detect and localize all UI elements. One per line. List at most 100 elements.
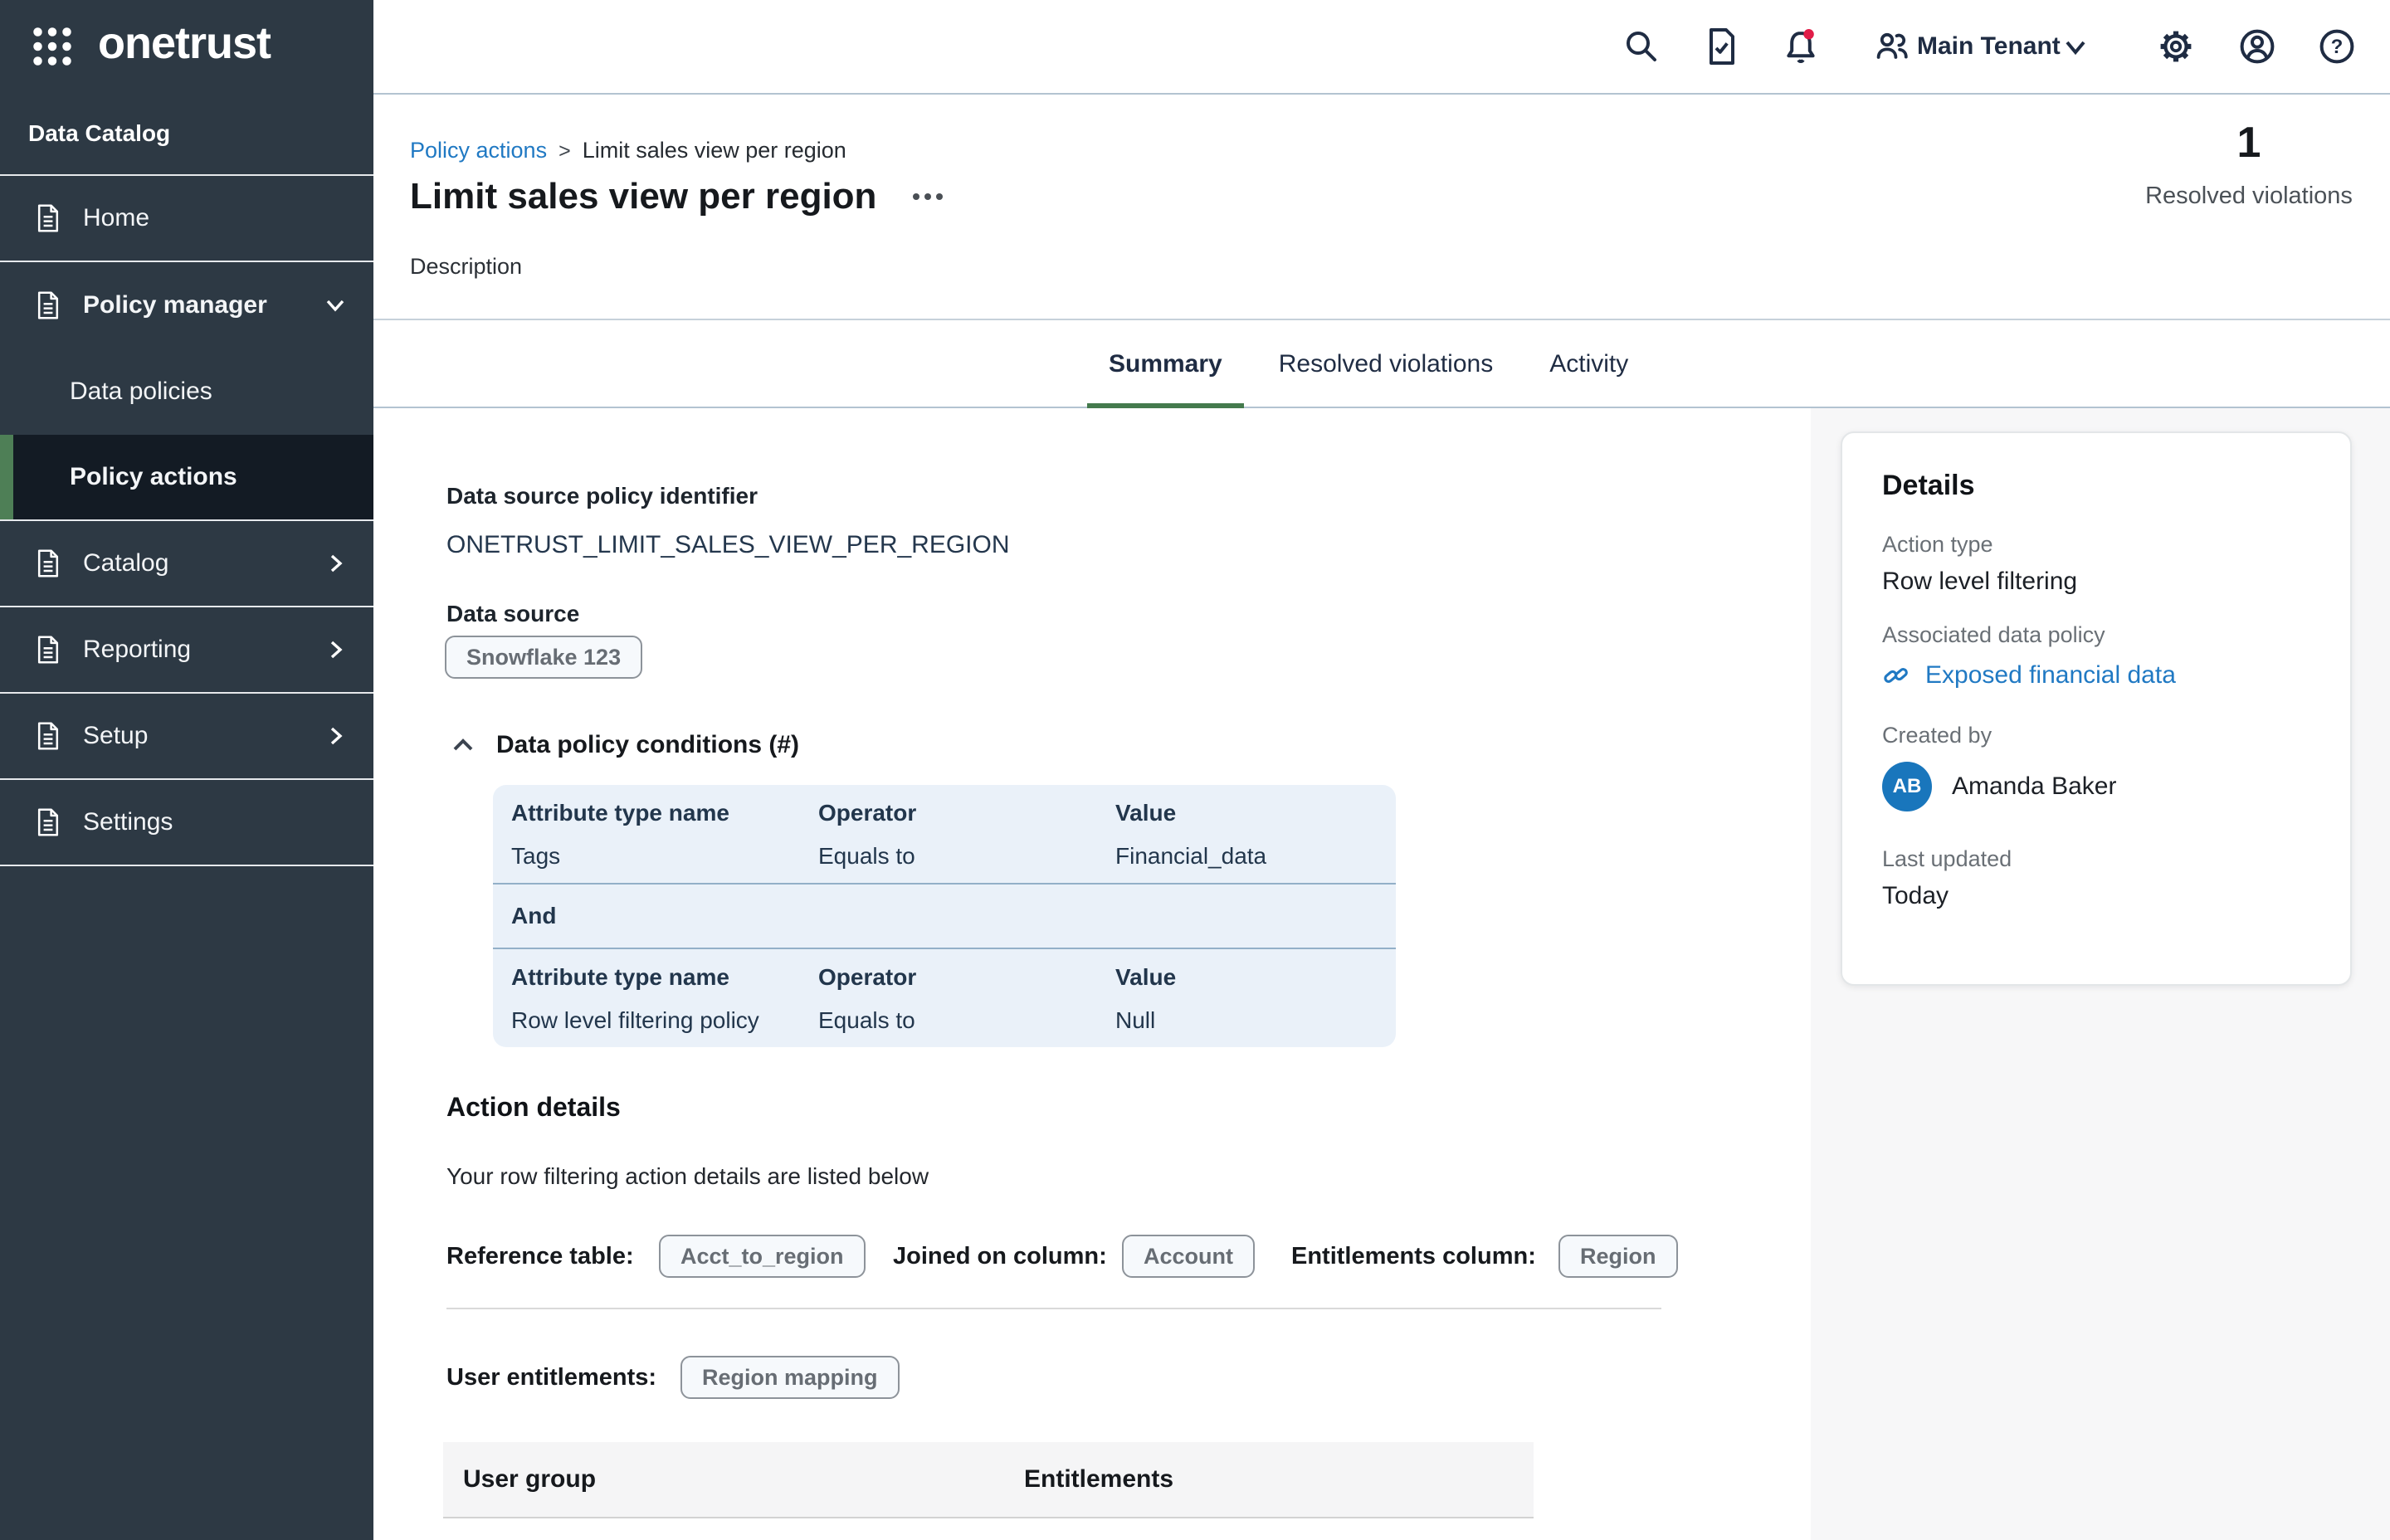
app-grid-icon bbox=[32, 26, 73, 67]
condition-col-header: Value bbox=[1115, 962, 1396, 992]
identifier-value: ONETRUST_LIMIT_SALES_VIEW_PER_REGION bbox=[446, 531, 1010, 559]
logo[interactable]: onetrust bbox=[0, 0, 373, 93]
link-icon bbox=[1882, 661, 1910, 690]
associated-policy-label: Associated data policy bbox=[1882, 622, 2310, 648]
condition-col-header: Attribute type name bbox=[511, 962, 818, 992]
sidebar-item-label: Policy actions bbox=[70, 463, 237, 491]
sidebar-item-home[interactable]: Home bbox=[0, 176, 373, 262]
product-name: Data Catalog bbox=[0, 93, 373, 176]
condition-operator: Equals to bbox=[818, 841, 1115, 871]
sidebar-item-policy-actions[interactable]: Policy actions bbox=[0, 435, 373, 521]
breadcrumb-link-policy-actions[interactable]: Policy actions bbox=[410, 138, 547, 163]
conditions-heading: Data policy conditions (#) bbox=[496, 731, 799, 759]
sidebar-item-label: Setup bbox=[83, 722, 148, 750]
joined-on-column-label: Joined on column: bbox=[893, 1235, 1107, 1278]
sidebar-item-data-policies[interactable]: Data policies bbox=[0, 348, 373, 435]
sidebar-item-label: Data policies bbox=[70, 378, 212, 406]
tab-bar: Summary Resolved violations Activity bbox=[373, 320, 2390, 408]
document-check-icon[interactable] bbox=[1701, 27, 1741, 66]
condition-attribute: Row level filtering policy bbox=[511, 1006, 818, 1036]
breadcrumb: Policy actions>Limit sales view per regi… bbox=[410, 138, 846, 163]
tenant-users-icon[interactable] bbox=[1872, 27, 1912, 66]
document-icon bbox=[33, 807, 63, 838]
tab-activity[interactable]: Activity bbox=[1528, 320, 1650, 408]
tab-summary[interactable]: Summary bbox=[1087, 320, 1244, 408]
more-actions-button[interactable] bbox=[910, 183, 946, 210]
chevron-down-icon bbox=[324, 294, 347, 317]
action-details-subtext: Your row filtering action details are li… bbox=[446, 1163, 929, 1190]
sidebar-item-label: Settings bbox=[83, 808, 173, 836]
created-by-label: Created by bbox=[1882, 723, 2310, 748]
condition-operator: Equals to bbox=[818, 1006, 1115, 1036]
condition-col-header: Value bbox=[1115, 798, 1396, 828]
summary-content: Data source policy identifier ONETRUST_L… bbox=[373, 408, 1811, 1540]
sidebar-item-settings[interactable]: Settings bbox=[0, 780, 373, 866]
topbar: Main Tenant ? bbox=[373, 0, 2390, 95]
joined-on-column-chip: Account bbox=[1122, 1235, 1255, 1278]
chevron-right-icon bbox=[324, 638, 347, 661]
chevron-right-icon bbox=[324, 552, 347, 575]
column-header-entitlements: Entitlements bbox=[1024, 1465, 1534, 1494]
chevron-down-icon[interactable] bbox=[2063, 35, 2088, 60]
conditions-collapse-toggle[interactable]: Data policy conditions (#) bbox=[448, 730, 799, 760]
sidebar-item-reporting[interactable]: Reporting bbox=[0, 607, 373, 694]
avatar: AB bbox=[1882, 762, 1932, 811]
sidebar-item-label: Policy manager bbox=[83, 291, 267, 319]
reference-table-chip: Acct_to_region bbox=[659, 1235, 866, 1278]
sidebar-item-catalog[interactable]: Catalog bbox=[0, 521, 373, 607]
sidebar: onetrust Data Catalog Home Policy manage… bbox=[0, 0, 373, 1540]
sidebar-item-setup[interactable]: Setup bbox=[0, 694, 373, 780]
column-header-user-group: User group bbox=[463, 1465, 1024, 1494]
page-header: Policy actions>Limit sales view per regi… bbox=[373, 95, 2390, 320]
conditions-panel: Attribute type name Tags Operator Equals t… bbox=[493, 785, 1396, 1047]
sidebar-item-label: Reporting bbox=[83, 636, 191, 664]
last-updated-label: Last updated bbox=[1882, 846, 2310, 872]
condition-col-header: Attribute type name bbox=[511, 798, 818, 828]
account-icon[interactable] bbox=[2237, 27, 2277, 66]
tab-resolved-violations[interactable]: Resolved violations bbox=[1257, 320, 1514, 408]
entitlements-column-chip: Region bbox=[1558, 1235, 1678, 1278]
action-type-label: Action type bbox=[1882, 532, 2310, 558]
app-window: onetrust Data Catalog Home Policy manage… bbox=[0, 0, 2390, 1540]
sidebar-item-policy-manager[interactable]: Policy manager bbox=[0, 262, 373, 348]
document-icon bbox=[33, 634, 63, 665]
action-details-heading: Action details bbox=[446, 1092, 621, 1123]
identifier-label: Data source policy identifier bbox=[446, 483, 758, 509]
metric-value: 1 bbox=[2083, 118, 2390, 168]
created-by-name: Amanda Baker bbox=[1952, 772, 2116, 801]
notifications-bell-icon[interactable] bbox=[1781, 27, 1821, 66]
details-card: Details Action type Row level filtering … bbox=[1841, 431, 2352, 986]
condition-col-header: Operator bbox=[818, 798, 1115, 828]
action-type-value: Row level filtering bbox=[1882, 568, 2310, 596]
condition-attribute: Tags bbox=[511, 841, 818, 871]
last-updated-value: Today bbox=[1882, 882, 2310, 910]
associated-policy-link[interactable]: Exposed financial data bbox=[1882, 661, 2310, 690]
resolved-violations-metric: 1 Resolved violations bbox=[2083, 118, 2390, 210]
description-label: Description bbox=[410, 254, 522, 280]
condition-joiner: And bbox=[493, 883, 1396, 949]
search-icon[interactable] bbox=[1622, 27, 1661, 66]
page-title: Limit sales view per region bbox=[410, 176, 876, 217]
condition-row: Attribute type name Row level filtering p… bbox=[493, 949, 1396, 1047]
data-source-label: Data source bbox=[446, 601, 579, 627]
tenant-selector[interactable]: Main Tenant bbox=[1917, 0, 2061, 93]
chevron-up-icon bbox=[448, 730, 478, 760]
sidebar-item-label: Home bbox=[83, 204, 149, 232]
svg-text:?: ? bbox=[2331, 36, 2344, 58]
metric-label: Resolved violations bbox=[2083, 183, 2390, 210]
chevron-right-icon bbox=[324, 724, 347, 748]
help-icon[interactable]: ? bbox=[2317, 27, 2357, 66]
document-icon bbox=[33, 202, 63, 234]
created-by-row: AB Amanda Baker bbox=[1882, 762, 2310, 811]
condition-col-header: Operator bbox=[818, 962, 1115, 992]
user-entitlements-chip: Region mapping bbox=[680, 1356, 900, 1399]
details-heading: Details bbox=[1882, 470, 2310, 502]
divider bbox=[446, 1308, 1661, 1309]
condition-value: Financial_data bbox=[1115, 841, 1396, 871]
document-icon bbox=[33, 720, 63, 752]
entitlements-column-label: Entitlements column: bbox=[1291, 1235, 1536, 1278]
breadcrumb-current: Limit sales view per region bbox=[583, 138, 846, 163]
data-source-chip: Snowflake 123 bbox=[445, 636, 642, 679]
document-icon bbox=[33, 548, 63, 579]
settings-gear-icon[interactable] bbox=[2156, 27, 2196, 66]
